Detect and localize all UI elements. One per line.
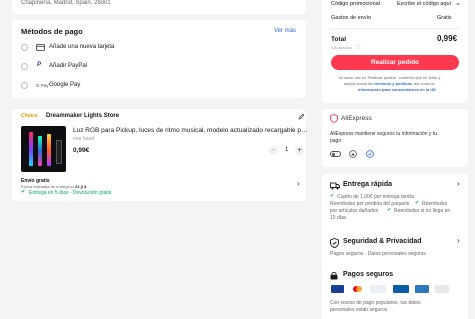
- delivery-benefit-4: 15 días: [330, 215, 347, 221]
- address-card: Chapinería, Madrid, Spain, 28001: [12, 0, 306, 14]
- shield-check-icon: [330, 238, 339, 248]
- shipping-estimate: Fecha estimada de entrega el 21 jl 3.: [21, 184, 87, 189]
- amex-logo-icon: [415, 285, 429, 293]
- maestro-logo-icon: [435, 285, 449, 293]
- terms-link[interactable]: términos y políticas: [374, 81, 412, 86]
- radio-paypal[interactable]: [21, 63, 28, 70]
- check-icon: ✔: [21, 189, 26, 195]
- fast-delivery-title: Entrega rápida: [343, 181, 393, 188]
- chevron-right-icon[interactable]: ›: [457, 179, 460, 188]
- terms-line-2: acepto todos los términos y políticas, a…: [344, 81, 435, 86]
- promo-label: Código promocional: [331, 1, 380, 7]
- choice-badge: Choice: [21, 113, 38, 119]
- payment-methods-title: Métodos de pago: [21, 27, 83, 36]
- shipping-estimate-date: 21 jl 3.: [75, 184, 88, 189]
- verified-badge-icon: [366, 150, 374, 158]
- lock-shield-icon: [349, 150, 357, 158]
- payment-methods-card: Métodos de pago Ver más Añade una nueva …: [12, 20, 306, 98]
- secure-payments-text-2: personales están seguros: [330, 307, 388, 313]
- mastercard-logo-icon: [351, 285, 364, 293]
- product-image[interactable]: [21, 126, 66, 172]
- summary-divider: [331, 28, 459, 29]
- terms-line-1: Al hacer clic en 'Realizar pedido', conf…: [339, 75, 441, 80]
- secure-payments-text-1: Con socios de pago populares, tus datos: [330, 300, 421, 306]
- vat-note: IVA incluido: [331, 45, 352, 50]
- shipping-estimate-prefix: Fecha estimada de entrega el: [21, 184, 76, 189]
- toggle-icon: [330, 151, 341, 157]
- delivery-line: Entrega en 5 días · Devolución gratis: [29, 190, 112, 196]
- terms-line-2-prefix: acepto todos los: [344, 81, 375, 86]
- truck-icon: [330, 182, 340, 190]
- privacy-subtitle: Pagos seguros · Datos personales seguros: [330, 251, 426, 257]
- aliexpress-logo: AliExpress: [341, 115, 372, 122]
- consumer-info-link[interactable]: información para consumidores en la UE.: [358, 87, 437, 92]
- diners-logo-icon: [370, 285, 386, 293]
- quantity-value[interactable]: 1: [285, 147, 288, 153]
- credit-card-icon: [36, 44, 45, 51]
- store-name[interactable]: Dreammaker Lights Store: [46, 113, 119, 119]
- delivery-benefit-2a: Reembolso por pérdida del paquete: [330, 201, 410, 207]
- check-icon: ✔: [330, 193, 335, 199]
- delivery-benefit-3b: Reembolso si no llega en: [394, 208, 451, 214]
- safepay-logo-icon: [393, 285, 409, 293]
- check-icon: ✔: [415, 200, 420, 206]
- trust-card: AliExpress AliExpress mantiene seguros t…: [322, 109, 468, 167]
- product-title[interactable]: Luz RGB para Pickup, luces de ritmo musi…: [73, 127, 308, 134]
- terms-line-2-suffix: , así como la: [411, 81, 435, 86]
- total-label: Total: [331, 36, 347, 43]
- promo-input[interactable]: Escribe el código aquí: [397, 1, 451, 7]
- delivery-benefit-2b: Reembolso: [422, 201, 448, 207]
- privacy-title: Seguridad & Privacidad: [343, 238, 422, 245]
- product-price: 0,99€: [73, 147, 90, 154]
- quantity-minus-button[interactable]: −: [269, 146, 278, 155]
- total-value: 0,99€: [437, 34, 458, 43]
- chevron-right-icon[interactable]: ›: [297, 179, 300, 188]
- delivery-benefit-1: Cupón de 1,00€ por entrega tardía: [337, 194, 414, 200]
- visa-logo-icon: [331, 285, 344, 293]
- check-icon: ✔: [387, 207, 392, 213]
- payment-method-label[interactable]: Añadir PayPal: [49, 63, 87, 69]
- lock-icon: [330, 272, 338, 280]
- chevron-right-icon[interactable]: ›: [457, 236, 460, 245]
- google-pay-icon: G Pay: [36, 83, 49, 88]
- radio-google-pay[interactable]: [21, 82, 28, 89]
- trust-text-line-1: AliExpress mantiene seguros tu informaci…: [330, 131, 437, 137]
- shipping-label: Gastos de envío: [331, 15, 372, 21]
- place-order-button[interactable]: Realizar pedido: [331, 55, 459, 70]
- edit-icon[interactable]: [298, 113, 305, 120]
- address-text: Chapinería, Madrid, Spain, 28001: [21, 0, 111, 6]
- store-card: Choice Dreammaker Lights Store Luz RGB p…: [12, 109, 308, 201]
- delivery-benefit-3a: por artículos dañados: [330, 208, 379, 214]
- radio-new-card[interactable]: [21, 44, 28, 51]
- paypal-icon: P: [37, 62, 42, 68]
- quantity-plus-button[interactable]: +: [295, 146, 304, 155]
- payment-method-label[interactable]: Google Pay: [49, 82, 80, 88]
- shipping-value: Gratis: [437, 15, 452, 21]
- trust-text-line-2: pago: [330, 138, 342, 144]
- product-variant[interactable]: one head: [73, 136, 94, 142]
- chevron-down-icon[interactable]: ⌄: [455, 0, 461, 7]
- order-summary-card: Código promocional Escribe el código aqu…: [322, 0, 468, 103]
- see-more-link[interactable]: Ver más: [274, 28, 296, 34]
- info-icon: ⓘ: [356, 44, 361, 49]
- benefits-card: Entrega rápida › ✔ Cupón de 1,00€ por en…: [322, 174, 468, 319]
- secure-payments-title: Pagos seguros: [343, 271, 394, 278]
- payment-method-label[interactable]: Añade una nueva tarjeta: [49, 44, 114, 50]
- shield-icon: [330, 114, 338, 123]
